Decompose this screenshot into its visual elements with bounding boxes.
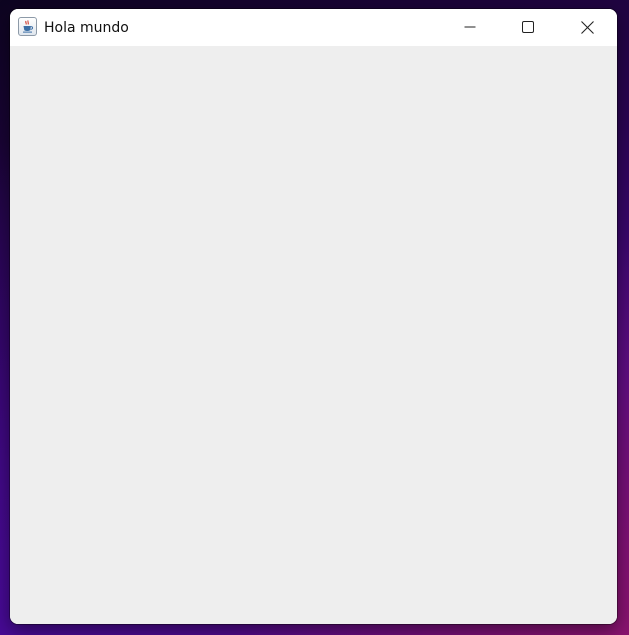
java-cup-icon[interactable] xyxy=(18,17,37,36)
content-pane[interactable] xyxy=(10,46,617,624)
title-bar[interactable]: Hola mundo xyxy=(10,9,617,46)
maximize-button[interactable] xyxy=(505,9,551,45)
close-icon xyxy=(580,20,594,34)
minimize-button[interactable] xyxy=(447,9,493,45)
app-window: Hola mundo xyxy=(10,9,617,624)
minimize-icon xyxy=(464,21,476,33)
close-button[interactable] xyxy=(564,9,610,45)
maximize-icon xyxy=(522,21,534,33)
window-title: Hola mundo xyxy=(44,20,129,36)
